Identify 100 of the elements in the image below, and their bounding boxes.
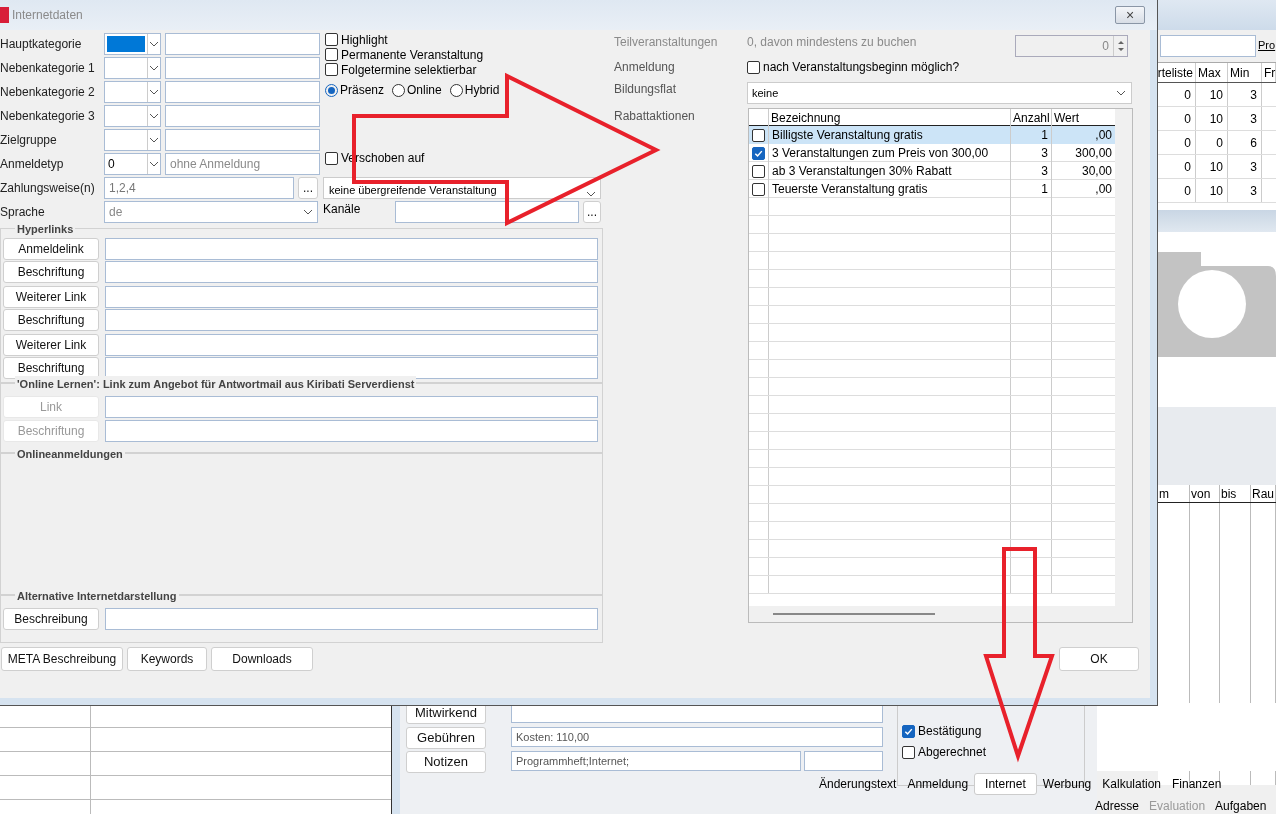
table-cell: 3 [1228, 179, 1262, 202]
column-header: Fr [1262, 63, 1276, 82]
button[interactable]: Gebühren [406, 727, 486, 749]
tab[interactable]: Änderungstext [814, 773, 902, 795]
table-cell: Billigste Veranstaltung gratis [769, 126, 1011, 144]
input-field[interactable] [165, 57, 320, 79]
checkbox[interactable] [752, 146, 765, 160]
dropdown[interactable] [104, 33, 161, 55]
button[interactable]: Beschriftung [3, 357, 99, 379]
button[interactable]: Weiterer Link [3, 334, 99, 356]
button[interactable]: Anmeldelink [3, 238, 99, 260]
input-field[interactable] [804, 751, 883, 771]
column-header: Min [1228, 63, 1262, 82]
radio-button[interactable] [449, 83, 463, 97]
dropdown[interactable]: de [104, 201, 318, 223]
scrollbar[interactable] [1115, 109, 1132, 606]
table-cell: 6 [1228, 131, 1262, 154]
tab[interactable]: Internet [974, 773, 1037, 795]
column-header: bis [1220, 485, 1251, 502]
dropdown[interactable]: keine [747, 82, 1132, 104]
tab[interactable]: Aufgaben [1212, 797, 1270, 814]
checkbox[interactable] [752, 182, 765, 196]
tab[interactable]: Finanzen [1167, 773, 1227, 795]
input-field[interactable]: ohne Anmeldung [165, 153, 320, 175]
table-cell: 3 [1228, 107, 1262, 130]
input-field[interactable]: 1,2,4 [104, 177, 294, 199]
field-label: Kanäle [323, 201, 362, 218]
chevron-down-icon [149, 65, 159, 71]
input-field[interactable] [165, 105, 320, 127]
table-cell: ab 3 Veranstaltungen 30% Rabatt [769, 162, 1011, 180]
input-field[interactable] [105, 334, 598, 356]
tab[interactable]: Kalkulation [1097, 773, 1166, 795]
checkbox[interactable] [325, 33, 338, 46]
field-label: Hauptkategorie [0, 36, 83, 53]
scrollbar[interactable] [749, 606, 1115, 622]
ok-button[interactable]: OK [1059, 647, 1139, 671]
tab[interactable]: Adresse [1092, 797, 1143, 814]
field-label: Rabattaktionen [614, 108, 696, 125]
checkbox[interactable] [325, 151, 338, 165]
checkbox[interactable] [752, 128, 765, 142]
button[interactable]: Notizen [406, 751, 486, 773]
field-label: Teilveranstaltungen [614, 34, 719, 51]
input-field[interactable]: Programmheft;Internet; [511, 751, 801, 771]
button[interactable]: Weiterer Link [3, 286, 99, 308]
table-cell: 3 [1228, 83, 1262, 106]
input-field[interactable] [165, 81, 320, 103]
column-header: Max [1196, 63, 1228, 82]
checkbox[interactable] [752, 164, 765, 178]
field-label: Anmeldetyp [0, 156, 65, 173]
button[interactable]: Keywords [127, 647, 207, 671]
input-field[interactable] [105, 261, 598, 283]
field-label: Pro [1258, 38, 1276, 53]
button[interactable]: Beschriftung [3, 261, 99, 283]
chevron-down-icon [149, 137, 159, 143]
chevron-down-icon [149, 89, 159, 95]
table-cell: 3 Veranstaltungen zum Preis von 300,00 [769, 144, 1011, 162]
ellipsis-button[interactable]: ... [583, 201, 601, 223]
input-field[interactable] [165, 33, 320, 55]
search-field[interactable] [1160, 35, 1256, 57]
dropdown[interactable] [104, 105, 161, 127]
input-field[interactable] [105, 286, 598, 308]
spin-arrows-icon[interactable] [1116, 39, 1125, 53]
button[interactable]: META Beschreibung [1, 647, 123, 671]
table-cell: ,00 [1052, 126, 1116, 144]
radio-button[interactable] [392, 83, 406, 97]
checkbox[interactable] [325, 48, 338, 61]
button[interactable]: Beschreibung [3, 608, 99, 630]
checkbox-label: nach Veranstaltungsbeginn möglich? [763, 59, 960, 76]
checkbox[interactable] [325, 63, 338, 76]
window-title: Internetdaten [12, 7, 83, 24]
input-field[interactable]: Kosten: 110,00 [511, 727, 883, 747]
input-field[interactable] [395, 201, 579, 223]
dropdown[interactable] [104, 57, 161, 79]
checkbox[interactable] [747, 60, 760, 74]
dropdown[interactable] [104, 81, 161, 103]
table-cell: 3 [1011, 144, 1052, 162]
button[interactable]: Beschriftung [3, 309, 99, 331]
info-text: 0, davon mindestens zu buchen [747, 34, 918, 51]
button[interactable]: Downloads [211, 647, 313, 671]
ellipsis-button[interactable]: ... [298, 177, 318, 199]
radio-label: Online [407, 82, 442, 99]
input-field[interactable] [105, 608, 598, 630]
input-field[interactable] [105, 238, 598, 260]
input-field[interactable] [105, 357, 598, 379]
dropdown[interactable]: 0 [104, 153, 161, 175]
table-cell: 300,00 [1052, 144, 1116, 162]
chevron-down-icon [303, 209, 313, 215]
input-field[interactable] [105, 420, 598, 442]
input-field[interactable] [105, 396, 598, 418]
input-field[interactable] [105, 309, 598, 331]
input-field[interactable] [165, 129, 320, 151]
app-icon [0, 7, 9, 23]
tab[interactable]: Werbung [1037, 773, 1097, 795]
table-cell: 3 [1228, 155, 1262, 178]
close-button[interactable]: × [1115, 6, 1145, 24]
table-cell: 10 [1196, 155, 1228, 178]
dropdown[interactable] [104, 129, 161, 151]
chevron-down-icon [149, 113, 159, 119]
table-cell: 3 [1011, 162, 1052, 180]
tab[interactable]: Anmeldung [902, 773, 974, 795]
